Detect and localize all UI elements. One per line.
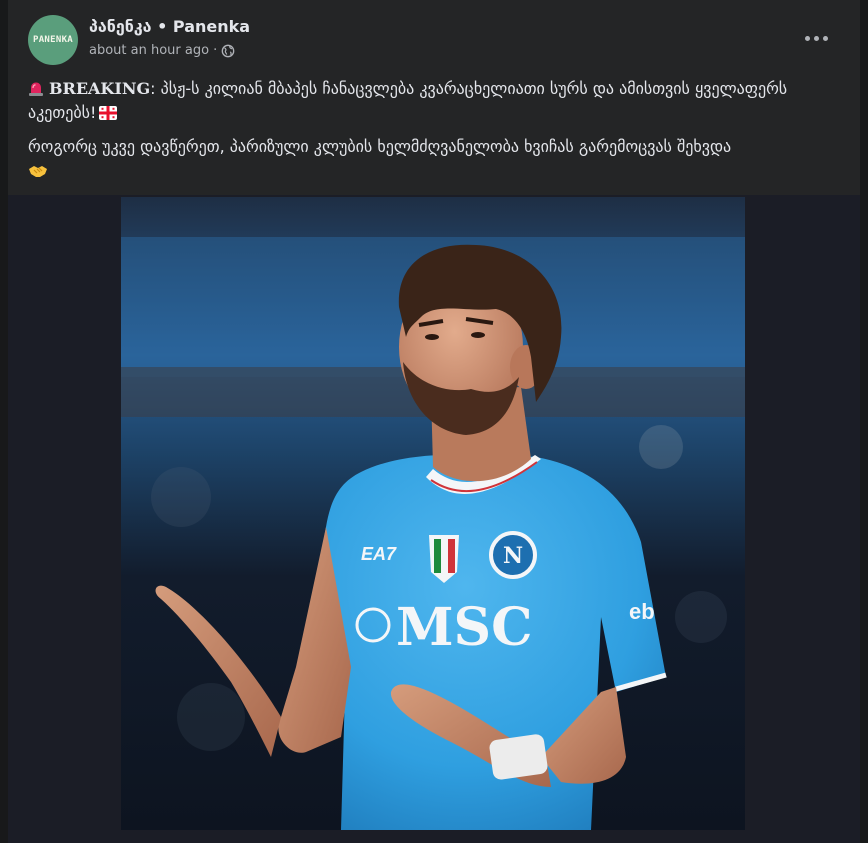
globe-icon[interactable] <box>221 44 235 58</box>
post-line-2-text: როგორც უკვე დავწერეთ, პარიზული კლუბის ხე… <box>28 137 732 156</box>
georgia-flag-icon <box>99 106 118 120</box>
post-header: PANENKA პანენკა • Panenka about an hour … <box>8 0 860 68</box>
sleeve-text: eb <box>629 599 655 624</box>
post-line-2: როგორც უკვე დავწერეთ, პარიზული კლუბის ხე… <box>28 135 848 183</box>
media-bottom-edge <box>8 835 860 843</box>
timestamp-link[interactable]: about an hour ago <box>89 43 209 58</box>
svg-text:N: N <box>503 543 523 569</box>
breaking-label: BREAKING <box>49 79 151 98</box>
post-line-1: BREAKING: პსჟ-ს კილიან მბაპეს ჩანაცვლება… <box>28 77 848 125</box>
player-photo-illustration: N EA7 MSC eb <box>121 197 745 830</box>
post-photo[interactable]: N EA7 MSC eb <box>121 197 745 830</box>
meta-separator: · <box>213 43 218 58</box>
more-options-dot <box>813 35 819 41</box>
page-avatar[interactable]: PANENKA <box>28 15 78 65</box>
more-options-button[interactable] <box>798 26 834 50</box>
post-message: BREAKING: პსჟ-ს კილიან მბაპეს ჩანაცვლება… <box>28 77 848 193</box>
post-card: PANENKA პანენკა • Panenka about an hour … <box>8 0 860 843</box>
jersey-brand-text: EA7 <box>361 544 397 564</box>
post-media-area: N EA7 MSC eb <box>8 195 860 843</box>
siren-icon <box>29 82 43 96</box>
handshake-icon <box>29 166 47 177</box>
avatar-logo-text: PANENKA <box>32 35 74 45</box>
more-options-dot <box>822 35 828 41</box>
jersey-sponsor-text: MSC <box>396 597 533 658</box>
page-name-link[interactable]: პანენკა • Panenka <box>89 17 250 36</box>
post-meta: about an hour ago · <box>89 43 235 58</box>
more-options-icon <box>804 35 810 41</box>
